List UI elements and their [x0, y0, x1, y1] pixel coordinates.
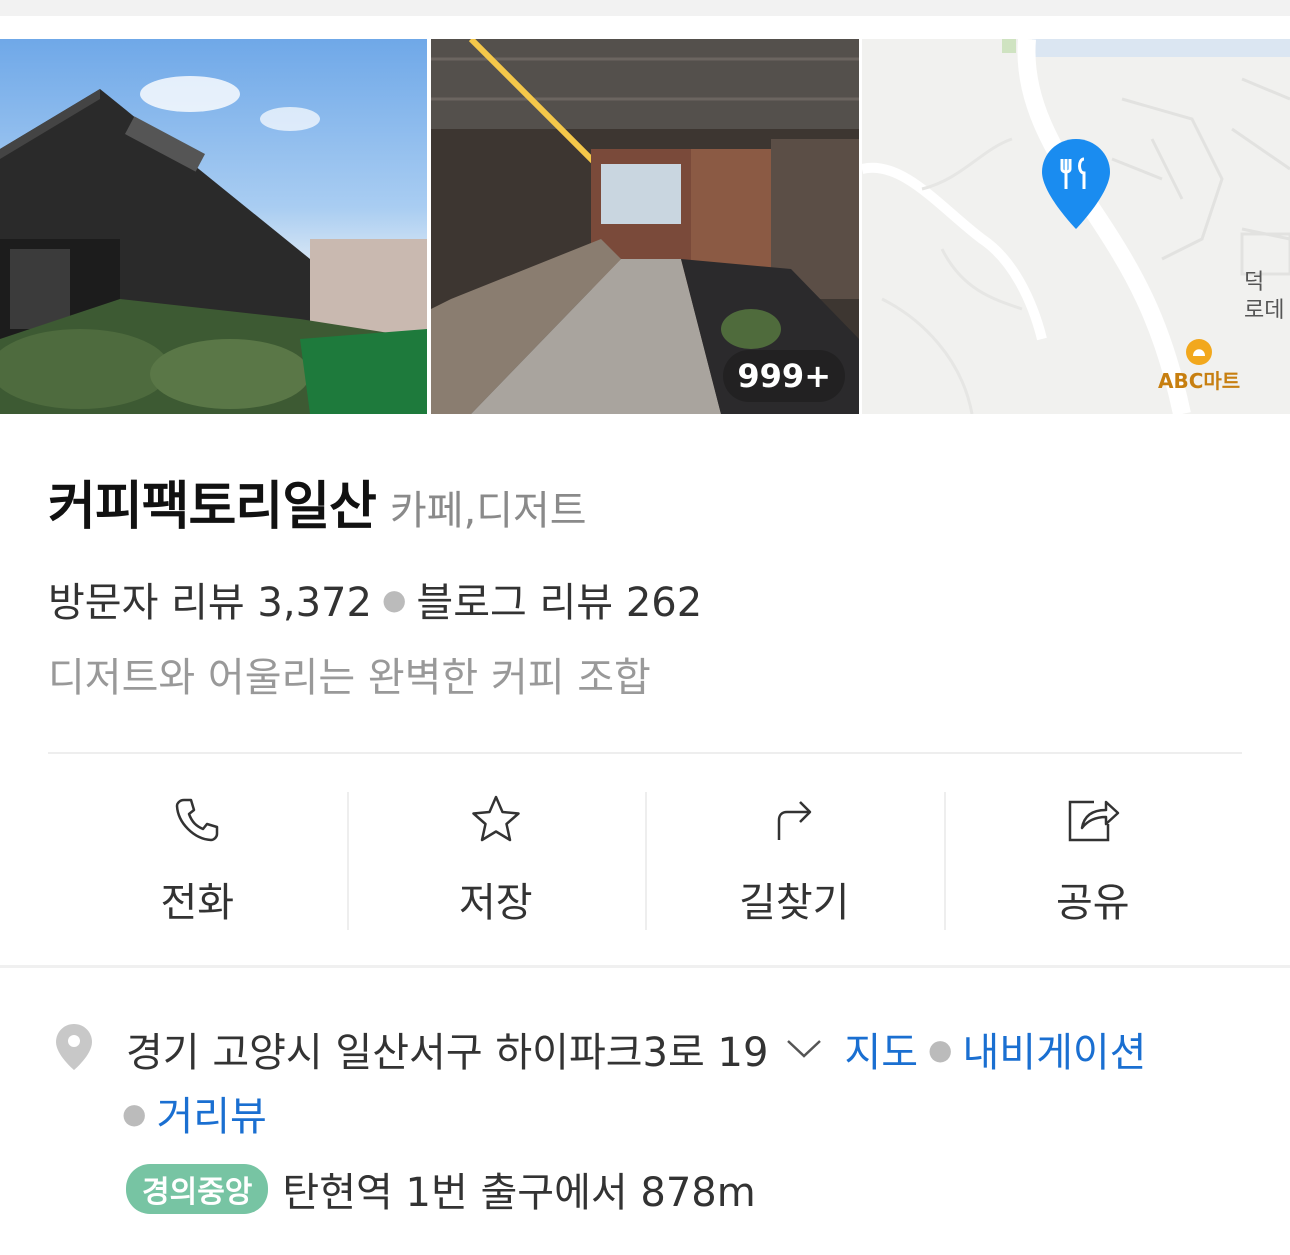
- action-bar: 전화 저장 길찾기 공유: [48, 790, 1242, 930]
- share-label: 공유: [1055, 880, 1130, 926]
- status-bar-strip: [0, 0, 1290, 16]
- divider: [48, 752, 1242, 754]
- map-road-label: 덕 로데: [1244, 270, 1285, 323]
- location-pin-icon: [56, 1024, 92, 1070]
- share-icon: [1068, 800, 1119, 842]
- storefront-photo[interactable]: [0, 39, 427, 414]
- place-name: 커피팩토리일산: [48, 477, 377, 537]
- address-row: 경기 고양시 일산서구 하이파크3로 19 지도 ● 내비게이션: [126, 1020, 1146, 1078]
- directions-icon: [778, 801, 812, 840]
- photo-count-badge[interactable]: 999+: [723, 350, 845, 402]
- blog-review-link[interactable]: 블로그 리뷰 262: [416, 570, 702, 628]
- separator-dot: ●: [928, 1032, 953, 1066]
- mart-poi-icon: [1186, 339, 1212, 365]
- directions-label: 길찾기: [739, 880, 850, 926]
- mart-poi-label: ABC마트: [1158, 369, 1241, 393]
- call-label: 전화: [160, 880, 235, 926]
- separator-dot: ●: [381, 582, 407, 616]
- location-map-thumbnail[interactable]: 덕 로데 ABC마트: [862, 39, 1290, 414]
- share-button[interactable]: 공유: [943, 790, 1243, 930]
- streetview-link[interactable]: 거리뷰: [156, 1084, 266, 1142]
- subway-line-badge: 경의중앙: [126, 1164, 269, 1214]
- section-divider: [0, 965, 1290, 968]
- call-button[interactable]: 전화: [48, 790, 347, 930]
- interior-photo[interactable]: 999+: [431, 39, 859, 414]
- phone-icon: [176, 798, 219, 842]
- subway-info: 경의중앙 탄현역 1번 출구에서 878m: [126, 1160, 756, 1218]
- map-link[interactable]: 지도: [844, 1020, 918, 1078]
- separator-dot: ●: [122, 1096, 147, 1130]
- place-description: 디저트와 어울리는 완벽한 커피 조합: [48, 655, 651, 701]
- chevron-down-icon[interactable]: [784, 1037, 824, 1061]
- save-button[interactable]: 저장: [346, 790, 646, 930]
- place-title-row: 커피팩토리일산 카페,디저트: [48, 464, 587, 539]
- navigation-link[interactable]: 내비게이션: [962, 1020, 1146, 1078]
- place-category: 카페,디저트: [389, 488, 587, 534]
- review-summary: 방문자 리뷰 3,372 ● 블로그 리뷰 262: [48, 570, 702, 628]
- subway-directions: 탄현역 1번 출구에서 878m: [282, 1170, 756, 1216]
- address-row-2: ● 거리뷰: [122, 1084, 267, 1142]
- save-label: 저장: [458, 880, 533, 926]
- photo-strip: 999+ 덕 로데 ABC마트: [0, 39, 1290, 414]
- address-text[interactable]: 경기 고양시 일산서구 하이파크3로 19: [126, 1020, 768, 1078]
- star-icon: [472, 795, 520, 842]
- directions-button[interactable]: 길찾기: [645, 790, 944, 930]
- visitor-review-link[interactable]: 방문자 리뷰 3,372: [48, 570, 372, 628]
- map-pin-icon: [1042, 139, 1110, 229]
